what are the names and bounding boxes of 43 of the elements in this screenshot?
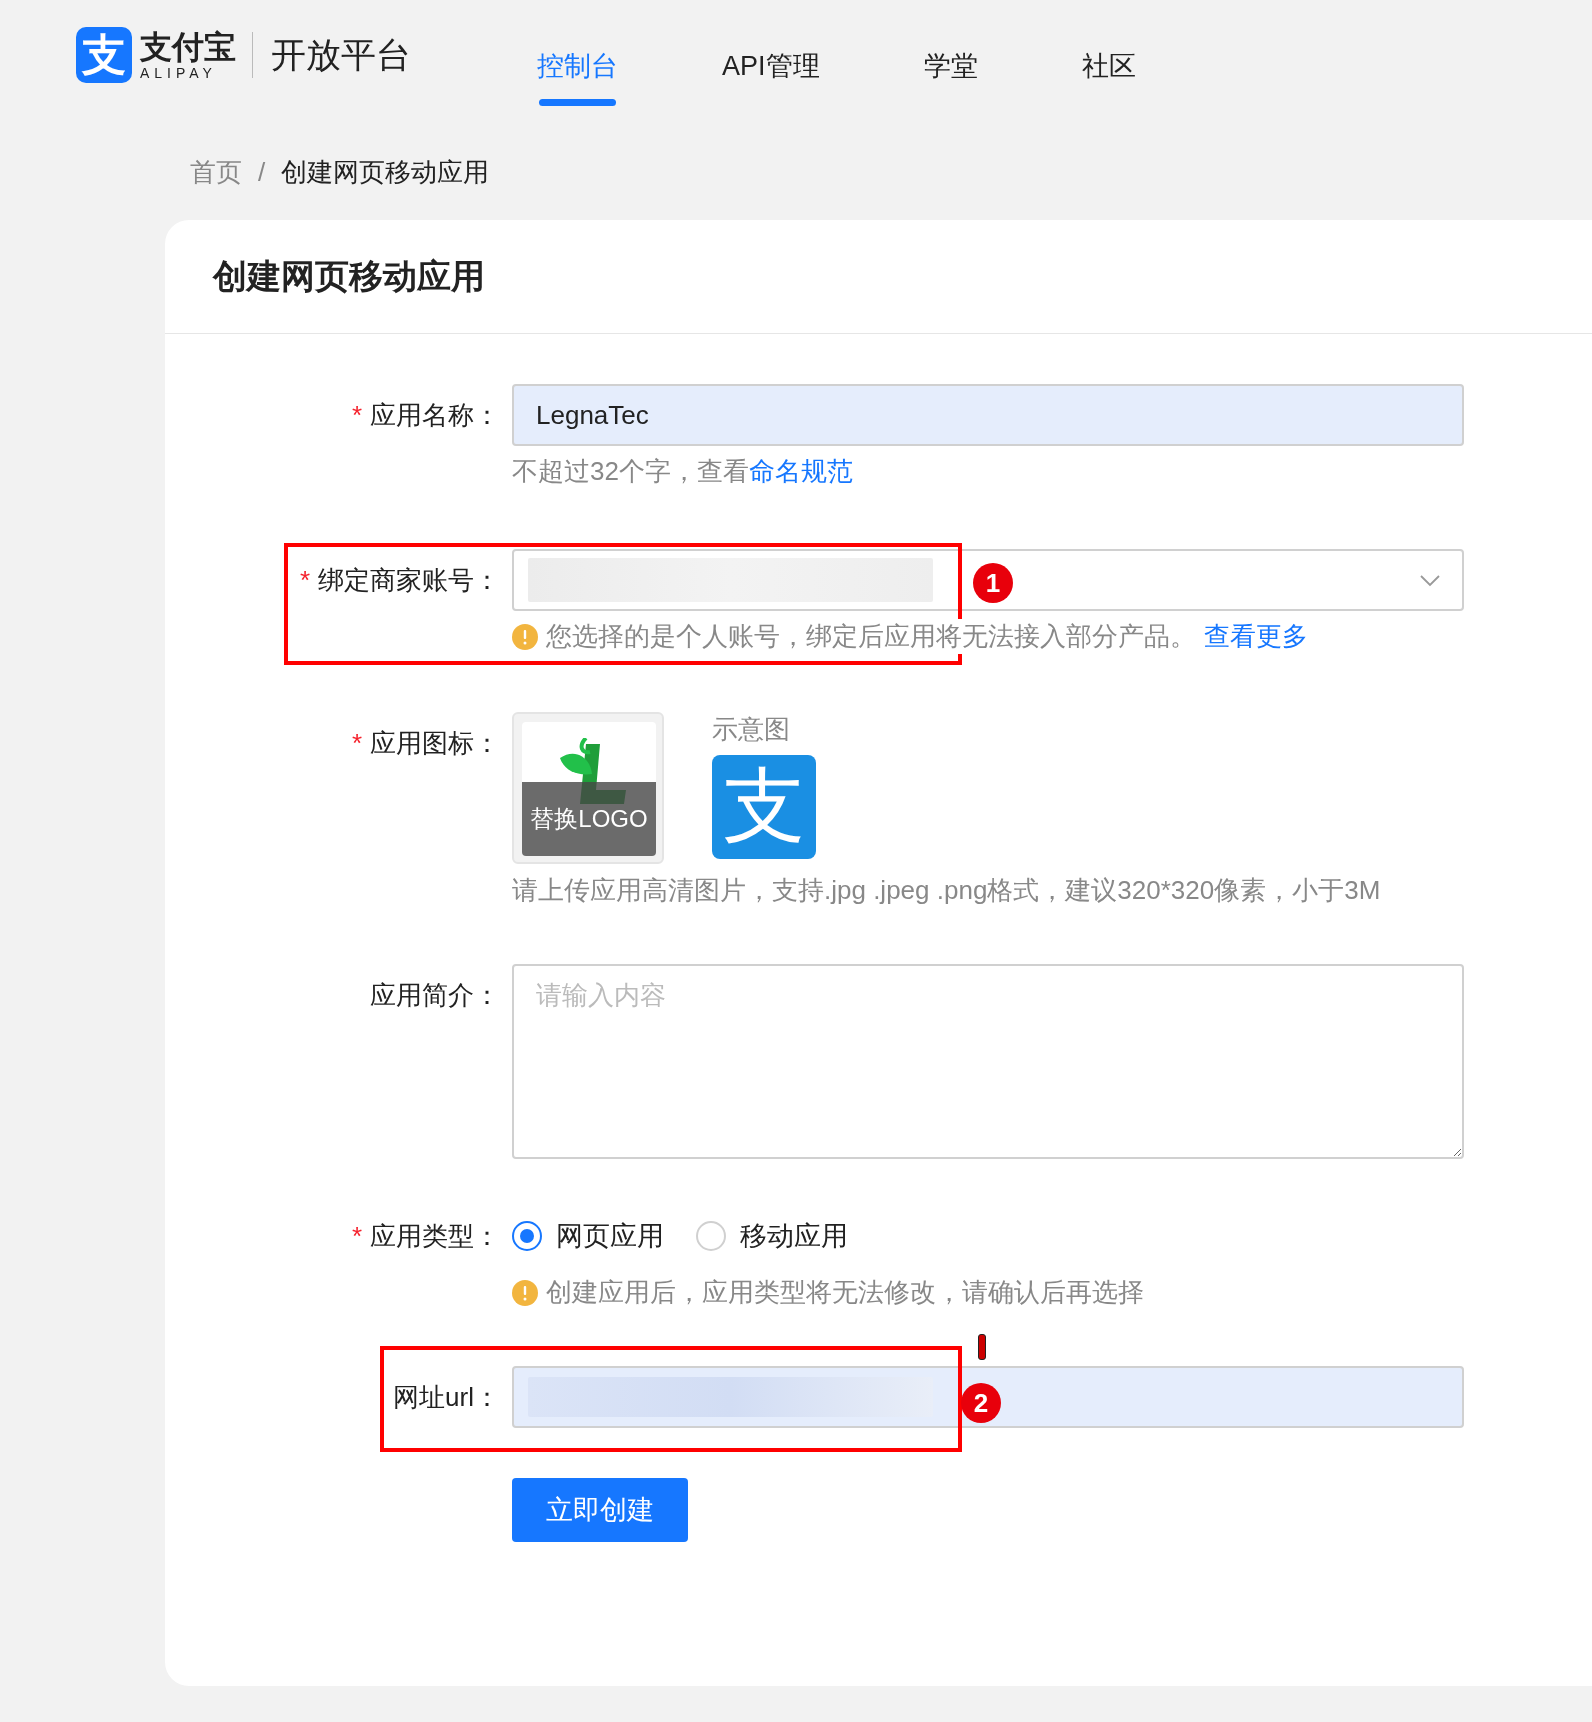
nav-tab[interactable]: 控制台 bbox=[537, 26, 618, 106]
nav-tab[interactable]: API管理 bbox=[722, 26, 820, 106]
uploaded-logo-tile[interactable]: 替换LOGO bbox=[512, 712, 664, 864]
upload-hint: 请上传应用高清图片，支持.jpg .jpeg .png格式，建议320*320像素，小于3M bbox=[512, 874, 1382, 907]
naming-rules-link[interactable]: 命名规范 bbox=[748, 456, 853, 486]
breadcrumb-item: 创建网页移动应用 bbox=[281, 155, 490, 189]
create-button[interactable]: 立即创建 bbox=[512, 1478, 688, 1542]
description-textarea[interactable]: 请输入内容 bbox=[512, 964, 1464, 1159]
warning-icon bbox=[512, 623, 538, 650]
radio-option[interactable]: 网页应用 bbox=[512, 1218, 664, 1254]
radio-circle[interactable] bbox=[512, 1221, 542, 1251]
replace-logo-overlay[interactable]: 替换LOGO bbox=[522, 782, 656, 856]
breadcrumb-item[interactable]: 首页 bbox=[190, 154, 242, 190]
app-name-input[interactable]: LegnaTec bbox=[512, 384, 1464, 446]
chevron-down-icon bbox=[1420, 575, 1440, 587]
see-more-link[interactable]: 查看更多 bbox=[1204, 619, 1308, 654]
alipay-logo-mark: 支 bbox=[76, 27, 132, 83]
required-asterisk: * bbox=[299, 564, 310, 597]
nav-tab[interactable]: 学堂 bbox=[923, 26, 978, 106]
logo-name: 支付宝 bbox=[140, 30, 236, 63]
required-asterisk: * bbox=[351, 1220, 362, 1253]
field-label: 绑定商家账号： bbox=[318, 564, 500, 597]
warning-icon bbox=[512, 1279, 538, 1306]
field-label: 网址url： bbox=[393, 1381, 500, 1414]
required-asterisk: * bbox=[351, 399, 362, 432]
field-label: 应用类型： bbox=[370, 1220, 500, 1253]
field-label: 应用名称： bbox=[370, 399, 500, 432]
warning-text: 创建应用后，应用类型将无法修改，请确认后再选择 bbox=[546, 1276, 1144, 1309]
preview-label: 示意图 bbox=[712, 713, 791, 746]
breadcrumb-separator: / bbox=[258, 156, 266, 188]
merchant-account-select[interactable] bbox=[512, 549, 1464, 611]
url-input[interactable] bbox=[512, 1366, 1464, 1428]
radio-option[interactable]: 移动应用 bbox=[696, 1218, 848, 1254]
hint-text: 不超过32个字，查看 bbox=[512, 456, 749, 486]
alipay-preview-icon: 支 bbox=[712, 755, 816, 859]
card-title: 创建网页移动应用 bbox=[165, 220, 1592, 334]
field-label: 应用简介： bbox=[370, 979, 500, 1012]
field-label: 应用图标： bbox=[370, 727, 500, 760]
platform-title: 开放平台 bbox=[271, 33, 411, 76]
required-asterisk: * bbox=[351, 727, 362, 760]
cursor-mark-icon bbox=[978, 1334, 986, 1360]
logo-subtitle: ALIPAY bbox=[140, 65, 218, 80]
nav-tab[interactable]: 社区 bbox=[1081, 26, 1136, 106]
